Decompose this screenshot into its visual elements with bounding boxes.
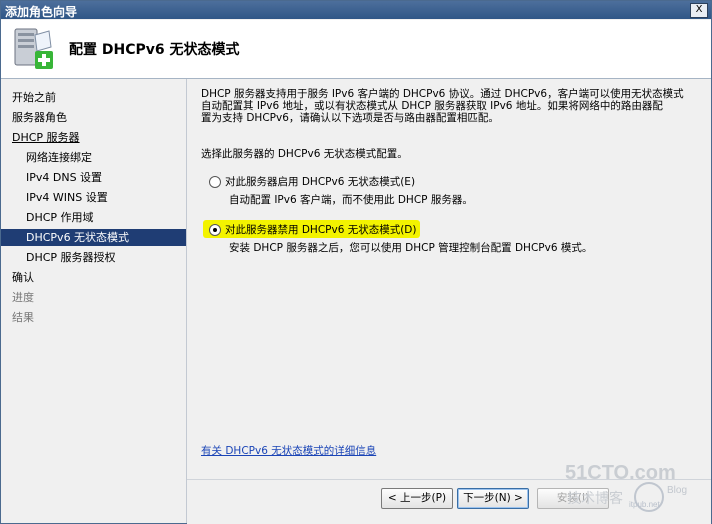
watermark-text-4: Blog (667, 485, 687, 496)
watermark-text-3: itpub.net (629, 500, 660, 509)
wizard-sidebar: 开始之前 服务器角色 DHCP 服务器 网络连接绑定 IPv4 DNS 设置 I… (1, 79, 187, 523)
watermark-text-2: 技术博客 (567, 490, 623, 507)
close-button[interactable]: X (690, 3, 708, 18)
back-button[interactable]: < 上一步(P) (381, 488, 453, 509)
selection-prompt: 选择此服务器的 DHCPv6 无状态模式配置。 (201, 148, 408, 160)
sidebar-item-ipv4-wins[interactable]: IPv4 WINS 设置 (1, 189, 186, 206)
sidebar-item-dhcp-scopes[interactable]: DHCP 作用域 (1, 209, 186, 226)
server-role-add-icon (14, 28, 53, 69)
description-line: 置为支持 DHCPv6，请确认以下选项是否与路由器配置相匹配。 (201, 112, 499, 124)
sidebar-item-server-roles[interactable]: 服务器角色 (1, 109, 186, 126)
next-button[interactable]: 下一步(N) > (457, 488, 529, 509)
sidebar-item-before-you-begin[interactable]: 开始之前 (1, 89, 186, 106)
wizard-content: DHCP 服务器支持用于服务 IPv6 客户端的 DHCPv6 协议。通过 DH… (187, 79, 711, 479)
wizard-header: 配置 DHCPv6 无状态模式 (1, 20, 711, 79)
disable-stateless-radio[interactable] (209, 224, 221, 236)
watermark-logo: 51CTO.com 技术博客 itpub.net Blog (565, 462, 687, 512)
sidebar-item-results: 结果 (12, 311, 34, 324)
wizard-window: 添加角色向导 X 配置 DHCPv6 无状态模式 开始之前 服务器角色 DHCP… (0, 0, 712, 524)
page-title: 配置 DHCPv6 无状态模式 (69, 42, 240, 58)
enable-stateless-radio[interactable] (209, 176, 221, 188)
enable-stateless-desc: 自动配置 IPv6 客户端，而不使用此 DHCP 服务器。 (229, 194, 473, 206)
description-line: DHCP 服务器支持用于服务 IPv6 客户端的 DHCPv6 协议。通过 DH… (201, 88, 684, 100)
window-title: 添加角色向导 (5, 5, 78, 19)
sidebar-item-network-binding[interactable]: 网络连接绑定 (1, 149, 186, 166)
description-line: 自动配置其 IPv6 地址，或以有状态模式从 DHCP 服务器获取 IPv6 地… (201, 100, 663, 112)
sidebar-item-dhcp-server[interactable]: DHCP 服务器 (1, 129, 186, 146)
title-bar[interactable]: 添加角色向导 X (1, 1, 711, 19)
sidebar-item-dhcpv6-stateless[interactable]: DHCPv6 无状态模式 (1, 229, 186, 246)
watermark-text-1: 51CTO.com (565, 462, 676, 484)
sidebar-item-confirmation[interactable]: 确认 (1, 269, 186, 286)
disable-stateless-label[interactable]: 对此服务器禁用 DHCPv6 无状态模式(D) (225, 222, 417, 237)
description-text: DHCP 服务器支持用于服务 IPv6 客户端的 DHCPv6 协议。通过 DH… (201, 88, 701, 124)
enable-stateless-label[interactable]: 对此服务器启用 DHCPv6 无状态模式(E) (225, 174, 415, 189)
sidebar-item-dhcp-authorization[interactable]: DHCP 服务器授权 (1, 249, 186, 266)
sidebar-item-progress: 进度 (12, 291, 34, 304)
sidebar-item-ipv4-dns[interactable]: IPv4 DNS 设置 (1, 169, 186, 186)
disable-stateless-desc: 安装 DHCP 服务器之后，您可以使用 DHCP 管理控制台配置 DHCPv6 … (229, 242, 593, 254)
more-info-link[interactable]: 有关 DHCPv6 无状态模式的详细信息 (201, 443, 376, 458)
